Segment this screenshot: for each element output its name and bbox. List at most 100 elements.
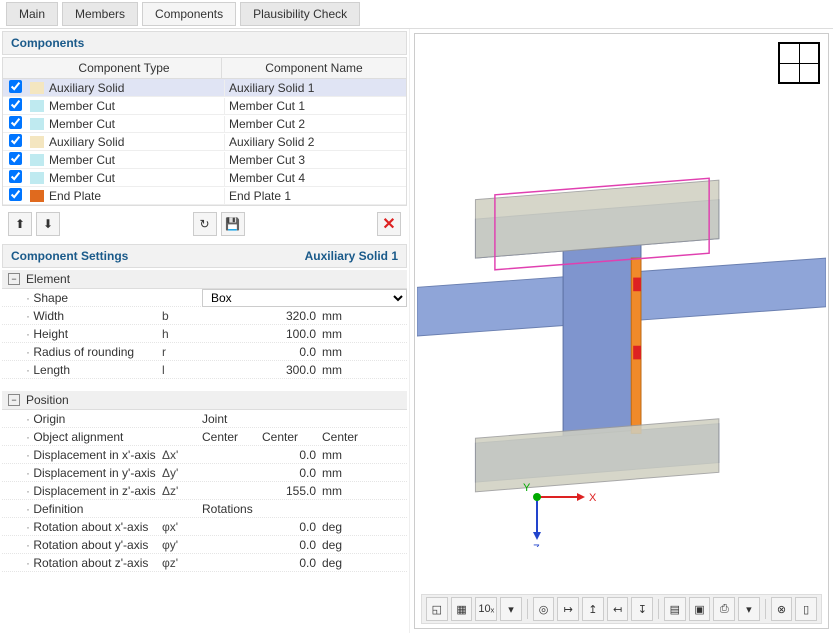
tool-axis-z[interactable]: ↤: [607, 597, 629, 621]
tool-drop[interactable]: ▾: [500, 597, 522, 621]
settings-header: Component Settings Auxiliary Solid 1: [2, 244, 407, 268]
cell-name: Auxiliary Solid 2: [225, 134, 406, 150]
group-position[interactable]: − Position: [2, 391, 407, 410]
table-row[interactable]: Member CutMember Cut 1: [3, 97, 406, 115]
tool-drop2[interactable]: ▾: [738, 597, 760, 621]
save-button[interactable]: 💾: [221, 212, 245, 236]
refresh-button[interactable]: ↻: [193, 212, 217, 236]
tab-plausibility-check[interactable]: Plausibility Check: [240, 2, 360, 26]
table-row[interactable]: Auxiliary SolidAuxiliary Solid 2: [3, 133, 406, 151]
row-checkbox[interactable]: [9, 116, 22, 129]
3d-model: [417, 156, 826, 516]
tool-eye[interactable]: ◎: [533, 597, 555, 621]
tool-axis-x[interactable]: ↦: [557, 597, 579, 621]
color-swatch: [30, 136, 44, 148]
move-up-button[interactable]: ⬆: [8, 212, 32, 236]
row-checkbox[interactable]: [9, 170, 22, 183]
value-cell[interactable]: 0.0: [202, 520, 322, 534]
axis-indicator: X Z Y: [517, 467, 607, 550]
tool-axis-neg[interactable]: ↧: [631, 597, 653, 621]
cell-type: Member Cut: [47, 98, 225, 114]
value-cell[interactable]: 300.0: [202, 363, 322, 377]
value-cell[interactable]: 0.0: [202, 556, 322, 570]
group-element[interactable]: − Element: [2, 270, 407, 289]
move-down-button[interactable]: ⬇: [36, 212, 60, 236]
cell-name: End Plate 1: [225, 188, 406, 204]
value-cell[interactable]: 0.0: [202, 466, 322, 480]
tool-pane[interactable]: ▯: [795, 597, 817, 621]
prop-alignment: Object alignment Center Center Center: [2, 428, 407, 446]
value-cell[interactable]: 320.0: [202, 309, 322, 323]
cell-type: Member Cut: [47, 116, 225, 132]
settings-subtitle: Auxiliary Solid 1: [305, 249, 398, 263]
cell-type: Member Cut: [47, 170, 225, 186]
table-row[interactable]: End PlateEnd Plate 1: [3, 187, 406, 205]
value-cell[interactable]: 0.0: [202, 345, 322, 359]
prop-element: Radius of roundingr0.0mm: [2, 343, 407, 361]
color-swatch: [30, 172, 44, 184]
color-swatch: [30, 100, 44, 112]
table-row[interactable]: Member CutMember Cut 4: [3, 169, 406, 187]
tool-window[interactable]: ▦: [451, 597, 473, 621]
tab-components[interactable]: Components: [142, 2, 236, 26]
table-row[interactable]: Auxiliary SolidAuxiliary Solid 1: [3, 79, 406, 97]
value-cell[interactable]: 0.0: [202, 538, 322, 552]
prop-element: Heighth100.0mm: [2, 325, 407, 343]
cell-name: Member Cut 4: [225, 170, 406, 186]
cell-name: Member Cut 3: [225, 152, 406, 168]
properties-panel: − Element Shape Box Widthb320.0mmHeighth…: [2, 270, 407, 633]
row-checkbox[interactable]: [9, 152, 22, 165]
cell-type: Auxiliary Solid: [47, 80, 225, 96]
tool-zoom[interactable]: 10ₓ: [475, 597, 497, 621]
row-checkbox[interactable]: [9, 98, 22, 111]
collapse-icon[interactable]: −: [8, 394, 20, 406]
color-swatch: [30, 154, 44, 166]
prop-definition: Definition Rotations: [2, 500, 407, 518]
color-swatch: [30, 190, 44, 202]
nav-cube[interactable]: [778, 42, 820, 84]
value-cell[interactable]: 100.0: [202, 327, 322, 341]
prop-rotation: Rotation about z'-axisφz'0.0deg: [2, 554, 407, 572]
tab-main[interactable]: Main: [6, 2, 58, 26]
prop-displacement: Displacement in z'-axisΔz'155.0mm: [2, 482, 407, 500]
value-cell[interactable]: 0.0: [202, 448, 322, 462]
3d-viewport[interactable]: X Z Y: [417, 36, 826, 590]
prop-element: Widthb320.0mm: [2, 307, 407, 325]
viewport-toolbar: ◱▦10ₓ▾◎↦↥↤↧▤▣⎙▾⊗▯: [421, 594, 822, 624]
tool-print[interactable]: ⎙: [713, 597, 735, 621]
prop-displacement: Displacement in y'-axisΔy'0.0mm: [2, 464, 407, 482]
tool-layers[interactable]: ▤: [664, 597, 686, 621]
col-header-type: Component Type: [27, 58, 222, 78]
row-checkbox[interactable]: [9, 188, 22, 201]
tool-cube[interactable]: ▣: [689, 597, 711, 621]
row-checkbox[interactable]: [9, 80, 22, 93]
tool-pointer[interactable]: ◱: [426, 597, 448, 621]
components-header: Components: [2, 31, 407, 55]
cell-name: Member Cut 2: [225, 116, 406, 132]
cell-type: Member Cut: [47, 152, 225, 168]
components-toolbar: ⬆ ⬇ ↻ 💾 ✕: [0, 206, 409, 242]
prop-displacement: Displacement in x'-axisΔx'0.0mm: [2, 446, 407, 464]
components-table: Component Type Component Name Auxiliary …: [2, 57, 407, 206]
table-row[interactable]: Member CutMember Cut 3: [3, 151, 406, 169]
prop-rotation: Rotation about y'-axisφy'0.0deg: [2, 536, 407, 554]
col-header-name: Component Name: [222, 58, 406, 78]
collapse-icon[interactable]: −: [8, 273, 20, 285]
table-row[interactable]: Member CutMember Cut 2: [3, 115, 406, 133]
prop-element: Lengthl300.0mm: [2, 361, 407, 379]
svg-text:Z: Z: [533, 543, 540, 547]
value-cell[interactable]: 155.0: [202, 484, 322, 498]
shape-select[interactable]: Box: [202, 289, 407, 307]
prop-rotation: Rotation about x'-axisφx'0.0deg: [2, 518, 407, 536]
left-panel: Components Component Type Component Name…: [0, 29, 410, 633]
cell-type: End Plate: [47, 188, 225, 204]
tool-axis-y[interactable]: ↥: [582, 597, 604, 621]
delete-button[interactable]: ✕: [377, 212, 401, 236]
cell-name: Member Cut 1: [225, 98, 406, 114]
tool-cancel[interactable]: ⊗: [771, 597, 793, 621]
row-checkbox[interactable]: [9, 134, 22, 147]
prop-shape: Shape Box: [2, 289, 407, 307]
color-swatch: [30, 82, 44, 94]
tab-members[interactable]: Members: [62, 2, 138, 26]
svg-text:X: X: [589, 492, 597, 504]
